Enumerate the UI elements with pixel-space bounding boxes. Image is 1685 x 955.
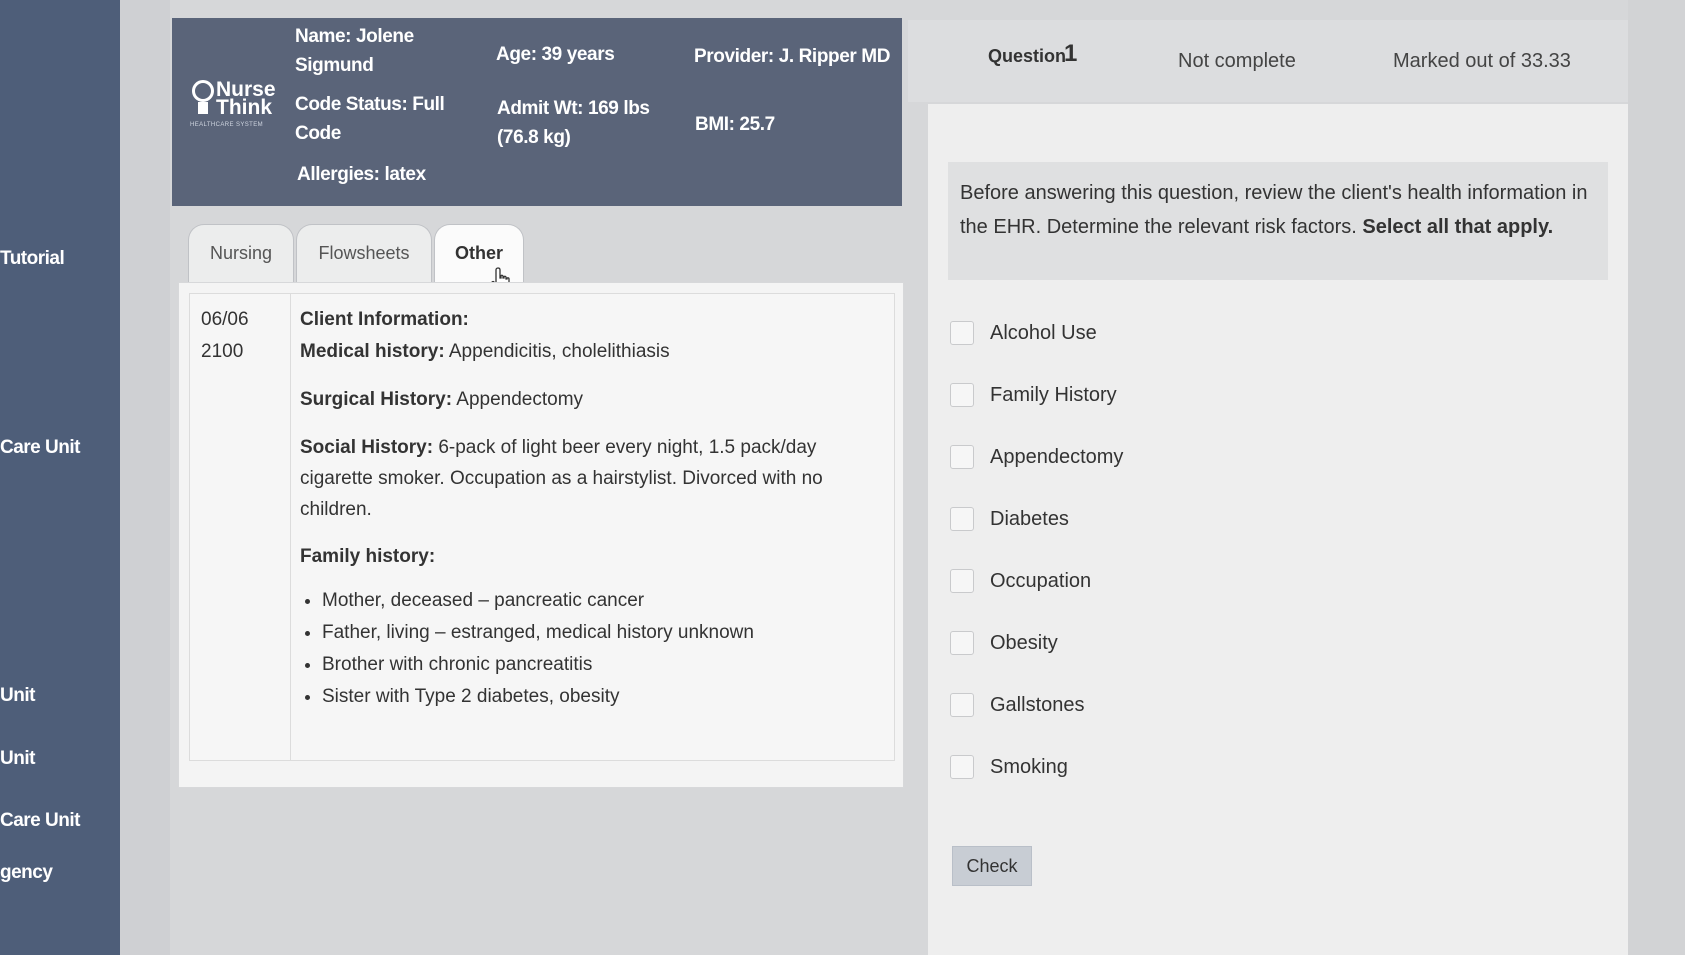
sidebar-item-unit[interactable]: Unit (0, 685, 35, 707)
medical-history-value: Appendicitis, cholelithiasis (444, 341, 670, 362)
patient-name-line2: Sigmund (295, 55, 374, 76)
admit-weight-line2: (76.8 kg) (497, 127, 571, 148)
record-date: 06/06 (201, 309, 249, 330)
ehr-content-panel: 06/06 2100 Client Information: Medical h… (178, 282, 904, 788)
right-edge (1628, 0, 1685, 955)
checkbox[interactable] (950, 631, 974, 655)
question-marks: Marked out of 33.33 (1393, 50, 1571, 72)
checkbox[interactable] (950, 507, 974, 531)
ehr-patient-header: Nurse Think HEALTHCARE SYSTEM Name: Jole… (172, 18, 902, 206)
allergies: Allergies: latex (297, 164, 426, 185)
checkbox[interactable] (950, 321, 974, 345)
checkbox[interactable] (950, 445, 974, 469)
option-alcohol-use[interactable]: Alcohol Use (950, 318, 1097, 348)
family-history-label: Family history: (300, 546, 436, 567)
tab-other-label: Other (454, 243, 503, 263)
provider: Provider: J. Ripper MD (694, 46, 891, 67)
ehr-record-table: 06/06 2100 Client Information: Medical h… (189, 293, 895, 761)
option-diabetes[interactable]: Diabetes (950, 504, 1069, 534)
lightbulb-base-icon (198, 102, 208, 114)
column-divider (290, 294, 291, 760)
option-label[interactable]: Diabetes (990, 508, 1069, 531)
family-history-list: Mother, deceased – pancreatic cancer Fat… (300, 585, 880, 713)
surgical-history: Surgical History: Appendectomy (300, 384, 880, 416)
gutter (120, 0, 170, 955)
question-label: Question (988, 46, 1067, 66)
option-gallstones[interactable]: Gallstones (950, 690, 1085, 720)
option-smoking[interactable]: Smoking (950, 752, 1068, 782)
sidebar-item-care-unit[interactable]: Care Unit (0, 437, 80, 459)
tab-flowsheets[interactable]: Flowsheets (296, 224, 432, 284)
option-label[interactable]: Obesity (990, 632, 1058, 655)
option-occupation[interactable]: Occupation (950, 566, 1091, 596)
sidebar-item-emergency[interactable]: gency (0, 862, 53, 884)
admit-weight: Admit Wt: 169 lbs (76.8 kg) (497, 94, 650, 152)
list-item: Mother, deceased – pancreatic cancer (322, 585, 880, 617)
list-item: Brother with chronic pancreatitis (322, 649, 880, 681)
option-label[interactable]: Alcohol Use (990, 322, 1097, 345)
check-button[interactable]: Check (952, 846, 1032, 886)
tab-flowsheets-label: Flowsheets (318, 243, 410, 263)
lightbulb-icon (192, 80, 214, 102)
option-label[interactable]: Smoking (990, 756, 1068, 779)
option-label[interactable]: Appendectomy (990, 446, 1123, 469)
option-label[interactable]: Family History (990, 384, 1117, 407)
option-obesity[interactable]: Obesity (950, 628, 1058, 658)
question-number: 1 (1064, 40, 1078, 67)
left-sidebar: Tutorial Care Unit Unit Unit Care Unit g… (0, 0, 120, 955)
checkbox[interactable] (950, 383, 974, 407)
option-label[interactable]: Gallstones (990, 694, 1085, 717)
surgical-history-value: Appendectomy (452, 389, 584, 410)
sidebar-item-care-unit-2[interactable]: Care Unit (0, 810, 80, 832)
question-status: Not complete (1178, 50, 1296, 72)
nursethink-logo: Nurse Think HEALTHCARE SYSTEM (188, 76, 288, 146)
question-panel: Before answering this question, review t… (928, 104, 1628, 955)
sidebar-item-unit-2[interactable]: Unit (0, 748, 35, 770)
tab-nursing-label: Nursing (209, 243, 273, 263)
option-label[interactable]: Occupation (990, 570, 1091, 593)
question-info-bar: Question 1 Not complete Marked out of 33… (908, 20, 1628, 102)
question-prompt: Before answering this question, review t… (948, 162, 1608, 280)
code-status-line2: Code (295, 123, 341, 144)
medical-history: Medical history: Appendicitis, cholelith… (300, 336, 880, 368)
patient-age: Age: 39 years (496, 44, 615, 65)
patient-name-line1: Name: Jolene (295, 26, 414, 47)
admit-weight-line1: Admit Wt: 169 lbs (497, 98, 650, 119)
question-prompt-instruction: Select all that apply. (1356, 216, 1554, 238)
client-info-heading: Client Information: (300, 309, 469, 330)
checkbox[interactable] (950, 755, 974, 779)
checkbox[interactable] (950, 693, 974, 717)
logo-text-think: Think (216, 96, 272, 119)
list-item: Sister with Type 2 diabetes, obesity (322, 681, 880, 713)
code-status-line1: Code Status: Full (295, 94, 445, 115)
social-history: Social History: 6-pack of light beer eve… (300, 432, 860, 525)
tab-nursing[interactable]: Nursing (188, 224, 294, 284)
logo-tagline: HEALTHCARE SYSTEM (190, 122, 264, 128)
medical-history-label: Medical history: (300, 341, 445, 362)
option-family-history[interactable]: Family History (950, 380, 1117, 410)
social-history-label: Social History: (300, 437, 434, 458)
sidebar-item-tutorial[interactable]: Tutorial (0, 248, 65, 270)
surgical-history-label: Surgical History: (300, 389, 453, 410)
bmi: BMI: 25.7 (695, 114, 775, 135)
record-time: 2100 (201, 341, 244, 362)
checkbox[interactable] (950, 569, 974, 593)
code-status: Code Status: Full Code (295, 90, 445, 148)
patient-name: Name: Jolene Sigmund (295, 22, 414, 80)
list-item: Father, living – estranged, medical hist… (322, 617, 880, 649)
client-info: Client Information: Medical history: App… (300, 304, 880, 713)
family-history-heading: Family history: (300, 541, 880, 573)
option-appendectomy[interactable]: Appendectomy (950, 442, 1123, 472)
